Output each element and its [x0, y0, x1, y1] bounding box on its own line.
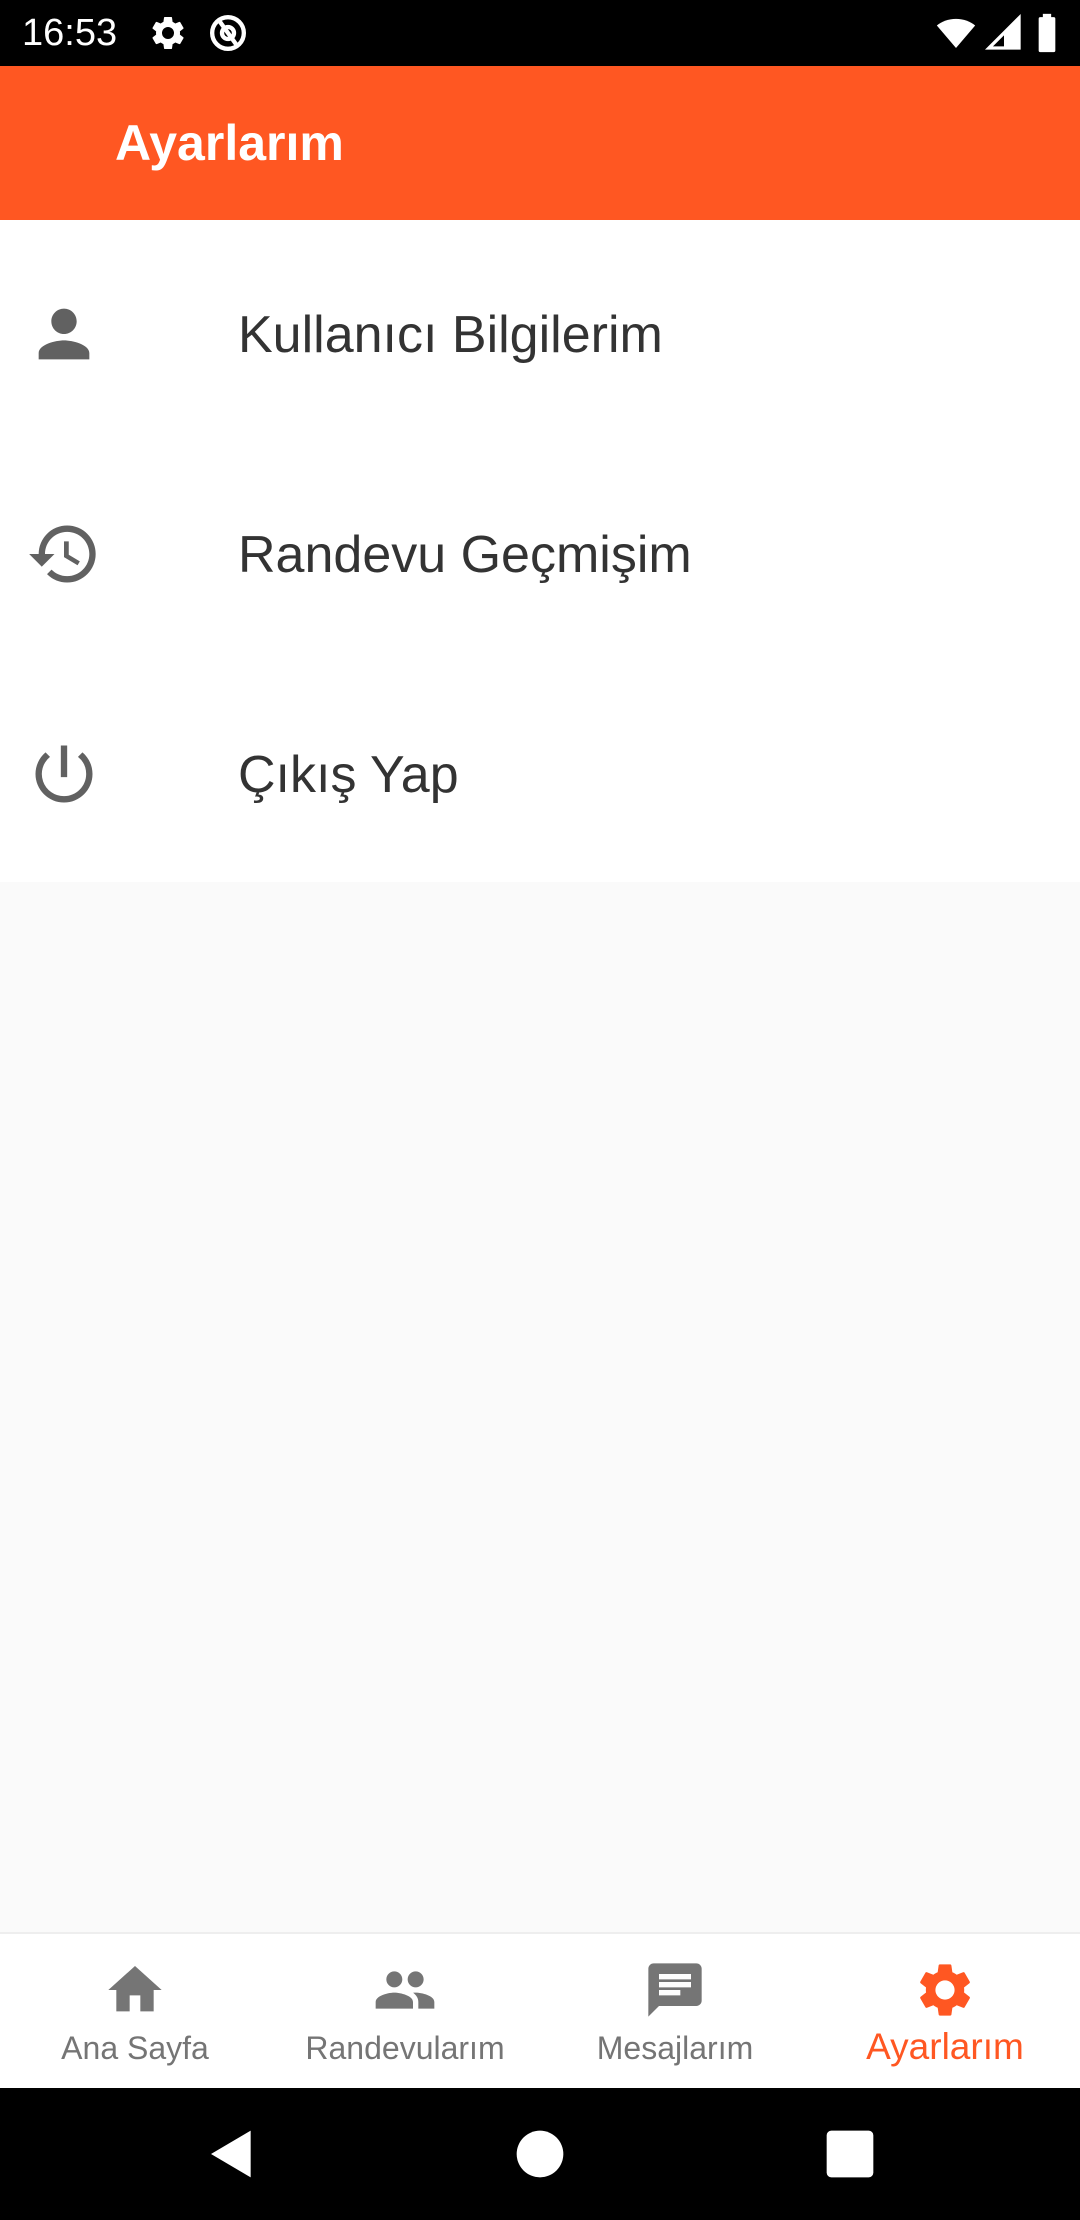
nav-item-appointments[interactable]: Randevularım — [270, 1934, 540, 2090]
status-bar: 16:53 — [0, 0, 1080, 66]
screen: 16:53 Ayarlarım Kullanıcı Bilgilerim Ran… — [0, 0, 1080, 2220]
home-circle-icon[interactable] — [512, 2126, 568, 2182]
status-time: 16:53 — [22, 12, 118, 54]
message-icon — [643, 1958, 707, 2022]
back-icon[interactable] — [204, 2126, 260, 2182]
settings-item-user-info[interactable]: Kullanıcı Bilgilerim — [0, 220, 1080, 440]
nav-label: Randevularım — [305, 2030, 505, 2066]
power-icon — [26, 736, 102, 812]
settings-item-appointment-history[interactable]: Randevu Geçmişim — [0, 440, 1080, 660]
person-icon — [26, 296, 102, 372]
settings-item-logout[interactable]: Çıkış Yap — [0, 660, 1080, 880]
gear-icon — [913, 1958, 977, 2022]
settings-item-label: Çıkış Yap — [238, 746, 459, 804]
settings-item-label: Randevu Geçmişim — [238, 526, 692, 584]
nav-label: Mesajlarım — [596, 2030, 754, 2066]
wifi-icon — [934, 13, 978, 53]
page-title: Ayarlarım — [115, 115, 344, 171]
at-sign-icon — [208, 13, 248, 53]
app-bar: Ayarlarım — [0, 66, 1080, 220]
nav-item-messages[interactable]: Mesajlarım — [540, 1934, 810, 2090]
system-navigation-bar — [0, 2088, 1080, 2220]
signal-icon — [984, 13, 1024, 53]
gear-icon — [148, 13, 188, 53]
home-icon — [103, 1958, 167, 2022]
nav-item-settings[interactable]: Ayarlarım — [810, 1934, 1080, 2090]
recents-icon[interactable] — [822, 2126, 878, 2182]
settings-list: Kullanıcı Bilgilerim Randevu Geçmişim Çı… — [0, 220, 1080, 882]
group-icon — [373, 1958, 437, 2022]
settings-item-label: Kullanıcı Bilgilerim — [238, 306, 663, 364]
nav-label: Ana Sayfa — [61, 2030, 209, 2066]
nav-label: Ayarlarım — [866, 2026, 1024, 2067]
battery-icon — [1034, 13, 1060, 53]
history-icon — [26, 516, 102, 592]
bottom-navigation: Ana Sayfa Randevularım Mesajlarım Ayarla… — [0, 1932, 1080, 2088]
nav-item-home[interactable]: Ana Sayfa — [0, 1934, 270, 2090]
